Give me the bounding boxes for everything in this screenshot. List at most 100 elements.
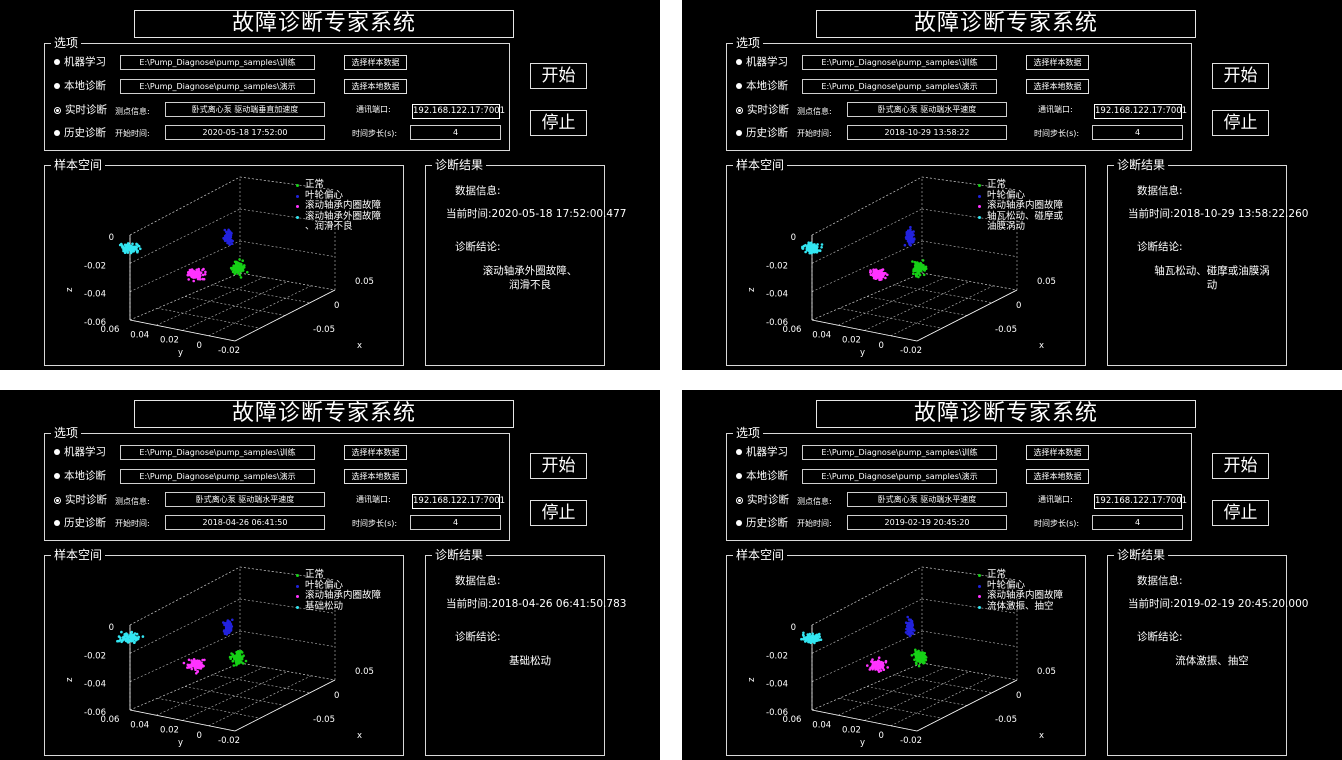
start-time-field[interactable]: 2018-04-26 06:41:50 bbox=[165, 515, 325, 530]
cluster-1 bbox=[911, 259, 928, 279]
legend-marker-icon bbox=[978, 205, 981, 208]
radio-machine-learning[interactable]: 机器学习 bbox=[54, 55, 106, 69]
scatter-point bbox=[923, 655, 927, 658]
radio-machine-learning[interactable]: 机器学习 bbox=[54, 445, 106, 459]
y-tick-label: -0.02 bbox=[900, 346, 922, 356]
radio-history-diagnosis[interactable]: 历史诊断 bbox=[736, 516, 788, 530]
radio-realtime-diagnosis[interactable]: 实时诊断 bbox=[736, 493, 789, 507]
radio-dot-icon bbox=[54, 59, 60, 65]
demo-path-field[interactable]: E:\Pump_Diagnose\pump_samples\演示 bbox=[120, 79, 315, 94]
radio-local-diagnosis[interactable]: 本地诊断 bbox=[736, 79, 788, 93]
sample-space-label: 样本空间 bbox=[733, 547, 788, 563]
point-info-field[interactable]: 卧式离心泵 驱动端水平速度 bbox=[847, 492, 1007, 507]
legend-label: 滚动轴承内圈故障 bbox=[987, 200, 1064, 211]
wall-gridline bbox=[239, 630, 336, 647]
port-field[interactable]: 192.168.122.17:7001 bbox=[412, 104, 505, 119]
y-tick-label: 0.06 bbox=[101, 715, 120, 725]
legend-label: 滚动轴承内圈故障 bbox=[987, 590, 1064, 601]
select-local-data-button[interactable]: 选择本地数据 bbox=[1026, 469, 1089, 484]
stop-button[interactable]: 停止 bbox=[1212, 500, 1269, 526]
conclusion-label: 诊断结论: bbox=[455, 631, 501, 643]
select-sample-data-button[interactable]: 选择样本数据 bbox=[1026, 445, 1089, 460]
select-local-data-button[interactable]: 选择本地数据 bbox=[1026, 79, 1089, 94]
radio-realtime-diagnosis[interactable]: 实时诊断 bbox=[54, 103, 107, 117]
scatter-point bbox=[239, 270, 243, 273]
legend-entry: 基础松动 bbox=[296, 601, 381, 613]
port-field[interactable]: 192.168.122.17:7001 bbox=[412, 494, 505, 509]
radio-history-diagnosis[interactable]: 历史诊断 bbox=[736, 126, 788, 140]
screenshot-panel-2: 故障诊断专家系统 选项 机器学习 本地诊断 实时诊断 历史诊断 E:\Pump_… bbox=[682, 0, 1342, 370]
select-local-data-button[interactable]: 选择本地数据 bbox=[344, 79, 407, 94]
start-button[interactable]: 开始 bbox=[530, 453, 587, 479]
time-step-field[interactable]: 4 bbox=[1092, 125, 1183, 140]
conclusion-text: 滚动轴承外圈故障、 润滑不良 bbox=[482, 265, 578, 291]
cluster-4 bbox=[800, 631, 823, 645]
radio-machine-learning[interactable]: 机器学习 bbox=[736, 55, 788, 69]
options-group-label: 选项 bbox=[51, 35, 82, 51]
stop-button[interactable]: 停止 bbox=[530, 500, 587, 526]
radio-realtime-diagnosis[interactable]: 实时诊断 bbox=[54, 493, 107, 507]
diagnosis-result-label: 诊断结果 bbox=[1114, 547, 1169, 563]
start-button[interactable]: 开始 bbox=[1212, 63, 1269, 89]
radio-realtime-diagnosis[interactable]: 实时诊断 bbox=[736, 103, 789, 117]
chart-legend: 正常 叶轮偏心 滚动轴承内圈故障 滚动轴承外圈故障 、润滑不良 bbox=[296, 179, 381, 233]
select-sample-data-button[interactable]: 选择样本数据 bbox=[344, 445, 407, 460]
radio-local-diagnosis[interactable]: 本地诊断 bbox=[54, 79, 106, 93]
select-sample-data-button[interactable]: 选择样本数据 bbox=[344, 55, 407, 70]
legend-label: 正常 bbox=[305, 569, 325, 580]
x-tick-label: -0.05 bbox=[995, 715, 1017, 725]
radio-label: 实时诊断 bbox=[747, 494, 789, 506]
scatter-point bbox=[811, 634, 815, 638]
demo-path-field[interactable]: E:\Pump_Diagnose\pump_samples\演示 bbox=[802, 79, 997, 94]
demo-path-field[interactable]: E:\Pump_Diagnose\pump_samples\演示 bbox=[120, 469, 315, 484]
time-step-field[interactable]: 4 bbox=[410, 125, 501, 140]
wall-gridline bbox=[239, 662, 336, 681]
legend-label: 流体激振、抽空 bbox=[987, 600, 1054, 612]
port-label: 通讯端口: bbox=[356, 105, 391, 114]
radio-dot-icon bbox=[54, 83, 60, 89]
data-info-label: 数据信息: bbox=[1137, 575, 1183, 587]
scatter-point bbox=[199, 271, 203, 274]
scatter-point bbox=[869, 666, 872, 670]
scatter-point bbox=[910, 654, 914, 657]
stop-button[interactable]: 停止 bbox=[530, 110, 587, 136]
train-path-field[interactable]: E:\Pump_Diagnose\pump_samples\训练 bbox=[120, 55, 315, 70]
radio-local-diagnosis[interactable]: 本地诊断 bbox=[736, 469, 788, 483]
port-field[interactable]: 192.168.122.17:7001 bbox=[1094, 104, 1187, 119]
train-path-field[interactable]: E:\Pump_Diagnose\pump_samples\训练 bbox=[120, 445, 315, 460]
radio-machine-learning[interactable]: 机器学习 bbox=[736, 445, 788, 459]
train-path-field[interactable]: E:\Pump_Diagnose\pump_samples\训练 bbox=[802, 445, 997, 460]
radio-local-diagnosis[interactable]: 本地诊断 bbox=[54, 469, 106, 483]
scatter-point bbox=[123, 247, 126, 251]
scatter-point bbox=[820, 243, 824, 246]
legend-marker-icon bbox=[296, 184, 299, 187]
legend-marker-icon bbox=[978, 574, 981, 577]
select-sample-data-button[interactable]: 选择样本数据 bbox=[1026, 55, 1089, 70]
point-info-field[interactable]: 卧式离心泵 驱动端水平速度 bbox=[165, 492, 325, 507]
scatter-point bbox=[241, 259, 244, 262]
train-path-field[interactable]: E:\Pump_Diagnose\pump_samples\训练 bbox=[802, 55, 997, 70]
point-info-field[interactable]: 卧式离心泵 驱动端水平速度 bbox=[847, 102, 1007, 117]
scatter-point bbox=[878, 274, 881, 277]
scatter-point bbox=[870, 660, 874, 663]
start-time-field[interactable]: 2018-10-29 13:58:22 bbox=[847, 125, 1007, 140]
legend-marker-icon bbox=[296, 605, 299, 609]
port-field[interactable]: 192.168.122.17:7001 bbox=[1094, 494, 1187, 509]
scatter-point bbox=[802, 638, 805, 641]
start-button[interactable]: 开始 bbox=[530, 63, 587, 89]
time-step-field[interactable]: 4 bbox=[410, 515, 501, 530]
point-info-field[interactable]: 卧式离心泵 驱动端垂直加速度 bbox=[165, 102, 325, 117]
select-local-data-button[interactable]: 选择本地数据 bbox=[344, 469, 407, 484]
radio-selected-icon bbox=[736, 106, 743, 114]
stop-button[interactable]: 停止 bbox=[1212, 110, 1269, 136]
scatter-point bbox=[133, 632, 137, 635]
z-tick-label: 0 bbox=[791, 233, 796, 243]
start-time-field[interactable]: 2020-05-18 17:52:00 bbox=[165, 125, 325, 140]
radio-history-diagnosis[interactable]: 历史诊断 bbox=[54, 516, 106, 530]
radio-history-diagnosis[interactable]: 历史诊断 bbox=[54, 126, 106, 140]
time-step-field[interactable]: 4 bbox=[1092, 515, 1183, 530]
scatter-point bbox=[912, 272, 915, 275]
demo-path-field[interactable]: E:\Pump_Diagnose\pump_samples\演示 bbox=[802, 469, 997, 484]
start-button[interactable]: 开始 bbox=[1212, 453, 1269, 479]
start-time-field[interactable]: 2019-02-19 20:45:20 bbox=[847, 515, 1007, 530]
